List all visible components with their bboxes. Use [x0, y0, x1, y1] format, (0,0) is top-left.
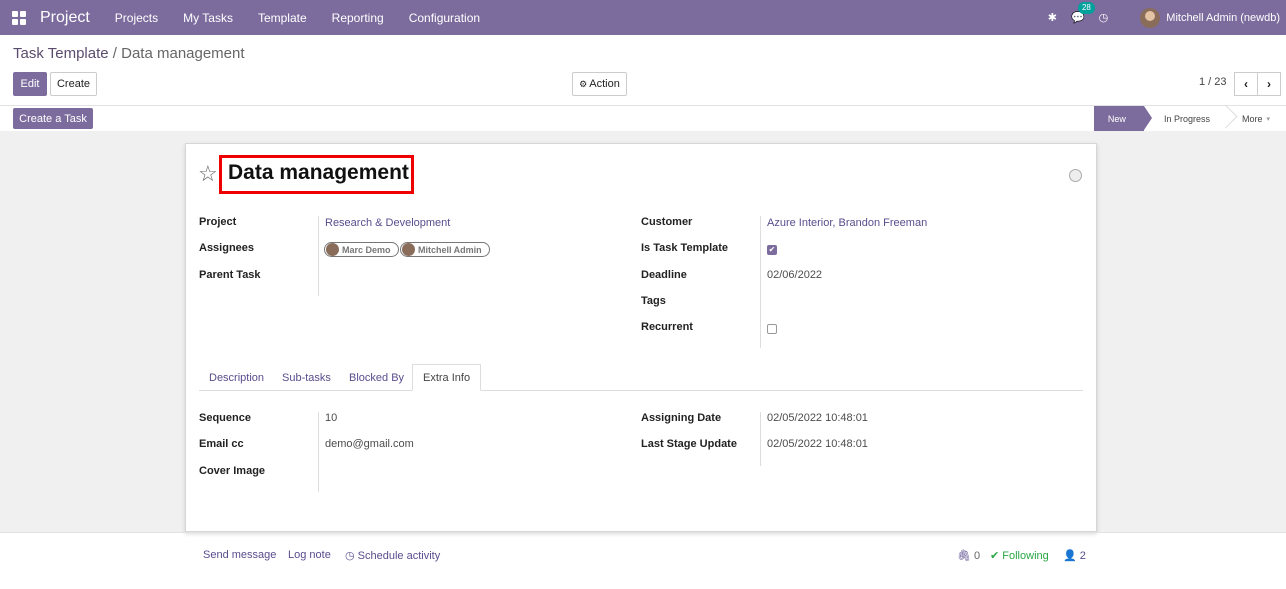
avatar — [326, 243, 339, 256]
avatar — [402, 243, 415, 256]
tab-extra-info[interactable]: Extra Info — [412, 364, 482, 391]
user-avatar[interactable] — [1140, 7, 1161, 28]
deadline-label: Deadline — [641, 269, 687, 281]
recurrent-checkbox[interactable] — [767, 324, 777, 334]
main-menu: Projects My Tasks Template Reporting Con… — [115, 11, 505, 25]
customer-value[interactable]: Azure Interior, Brandon Freeman — [767, 217, 927, 229]
followers-count: 2 — [1079, 550, 1086, 562]
schedule-activity-label: Schedule activity — [357, 550, 441, 562]
assigning-date-value[interactable]: 02/05/2022 10:48:01 — [767, 412, 868, 424]
project-label: Project — [199, 216, 237, 228]
create-task-button[interactable]: Create a Task — [13, 108, 93, 129]
notification-badge: 28 — [1077, 2, 1095, 14]
menu-projects[interactable]: Projects — [115, 11, 158, 25]
schedule-activity-button[interactable]: ◷ Schedule activity — [345, 549, 440, 562]
stage-new[interactable]: New — [1093, 106, 1152, 131]
notebook-tabs: Description Sub-tasks Blocked By Extra I… — [199, 364, 1083, 391]
cover-image-label: Cover Image — [199, 465, 266, 477]
field-separator — [760, 216, 761, 348]
top-navbar: Project Projects My Tasks Template Repor… — [0, 0, 1286, 35]
form-sheet — [185, 143, 1097, 532]
clock-icon[interactable]: ◷ — [1099, 11, 1109, 24]
recurrent-label: Recurrent — [641, 321, 693, 333]
attachments-button[interactable]: 🖇 0 — [957, 549, 980, 562]
breadcrumb-current: Data management — [121, 45, 245, 62]
chevron-left-icon: ‹ — [1244, 77, 1248, 91]
last-stage-update-value[interactable]: 02/05/2022 10:48:01 — [767, 438, 868, 450]
last-stage-update-label: Last Stage Update — [641, 438, 737, 450]
pager-value[interactable]: 1 / 23 — [1199, 76, 1227, 88]
followers-button[interactable]: 👤 2 — [1063, 549, 1086, 562]
menu-configuration[interactable]: Configuration — [409, 11, 480, 25]
field-separator — [318, 412, 319, 492]
pager-previous-button[interactable]: ‹ — [1234, 72, 1258, 96]
action-button[interactable]: ⚙ Action — [572, 72, 627, 96]
user-menu[interactable]: Mitchell Admin (newdb) — [1166, 12, 1280, 24]
tags-label: Tags — [641, 295, 666, 307]
breadcrumb: Task Template / Data management — [13, 45, 245, 62]
sequence-label: Sequence — [199, 412, 251, 424]
sequence-value[interactable]: 10 — [325, 412, 337, 424]
attachments-count: 0 — [974, 550, 981, 562]
app-title[interactable]: Project — [40, 9, 90, 27]
task-title[interactable]: Data management — [228, 161, 409, 185]
clock-icon: ◷ — [345, 550, 355, 562]
assignees-label: Assignees — [199, 242, 255, 254]
edit-button[interactable]: Edit — [13, 72, 47, 96]
assignee-name: Mitchell Admin — [418, 244, 482, 255]
caret-down-icon: ▾ — [1266, 115, 1270, 123]
create-button[interactable]: Create — [50, 72, 97, 96]
is-task-template-checkbox[interactable]: ✔ — [767, 245, 777, 255]
kanban-state-icon[interactable] — [1069, 169, 1082, 182]
following-button[interactable]: ✔ Following — [990, 549, 1049, 562]
chevron-right-icon: › — [1267, 77, 1271, 91]
menu-my-tasks[interactable]: My Tasks — [183, 11, 233, 25]
stage-more-dropdown[interactable]: More ▾ — [1230, 106, 1286, 131]
tab-sub-tasks[interactable]: Sub-tasks — [282, 364, 331, 391]
field-separator — [760, 412, 761, 466]
pager-next-button[interactable]: › — [1257, 72, 1281, 96]
email-cc-value[interactable]: demo@gmail.com — [325, 438, 414, 450]
following-label: Following — [1002, 550, 1049, 562]
stage-statusbar: New In Progress More ▾ — [1093, 106, 1286, 131]
menu-template[interactable]: Template — [258, 11, 307, 25]
deadline-value[interactable]: 02/06/2022 — [767, 269, 822, 281]
assignee-name: Marc Demo — [342, 244, 391, 255]
apps-menu-icon[interactable] — [12, 10, 26, 25]
bug-icon[interactable]: ✱ — [1048, 11, 1057, 24]
paperclip-icon: 🖇 — [957, 550, 971, 562]
log-note-button[interactable]: Log note — [288, 549, 331, 561]
email-cc-label: Email cc — [199, 438, 244, 450]
gear-icon: ⚙ — [579, 78, 588, 89]
stage-in-progress[interactable]: In Progress — [1144, 106, 1230, 131]
project-value[interactable]: Research & Development — [325, 217, 450, 229]
is-task-template-label: Is Task Template — [641, 242, 729, 254]
parent-task-label: Parent Task — [199, 269, 261, 281]
action-label: Action — [589, 78, 620, 90]
chat-icon[interactable]: 💬 28 — [1071, 2, 1095, 24]
systray: ✱ 💬 28 ◷ Mitchell Admin (newdb) — [1048, 0, 1286, 35]
assignee-tag-marc-demo[interactable]: Marc Demo — [324, 242, 399, 257]
breadcrumb-separator: / — [112, 45, 117, 62]
star-priority-icon[interactable]: ☆ — [198, 163, 218, 185]
user-icon: 👤 — [1063, 550, 1077, 562]
chatter-divider — [0, 532, 1286, 533]
menu-reporting[interactable]: Reporting — [332, 11, 384, 25]
tab-blocked-by[interactable]: Blocked By — [349, 364, 404, 391]
customer-label: Customer — [641, 216, 693, 228]
field-separator — [318, 216, 319, 296]
tab-description[interactable]: Description — [209, 364, 264, 391]
breadcrumb-parent[interactable]: Task Template — [13, 45, 109, 62]
stage-more-label: More — [1241, 113, 1263, 124]
check-icon: ✔ — [990, 550, 1000, 562]
send-message-button[interactable]: Send message — [203, 549, 276, 561]
assigning-date-label: Assigning Date — [641, 412, 722, 424]
assignee-tag-mitchell-admin[interactable]: Mitchell Admin — [400, 242, 490, 257]
